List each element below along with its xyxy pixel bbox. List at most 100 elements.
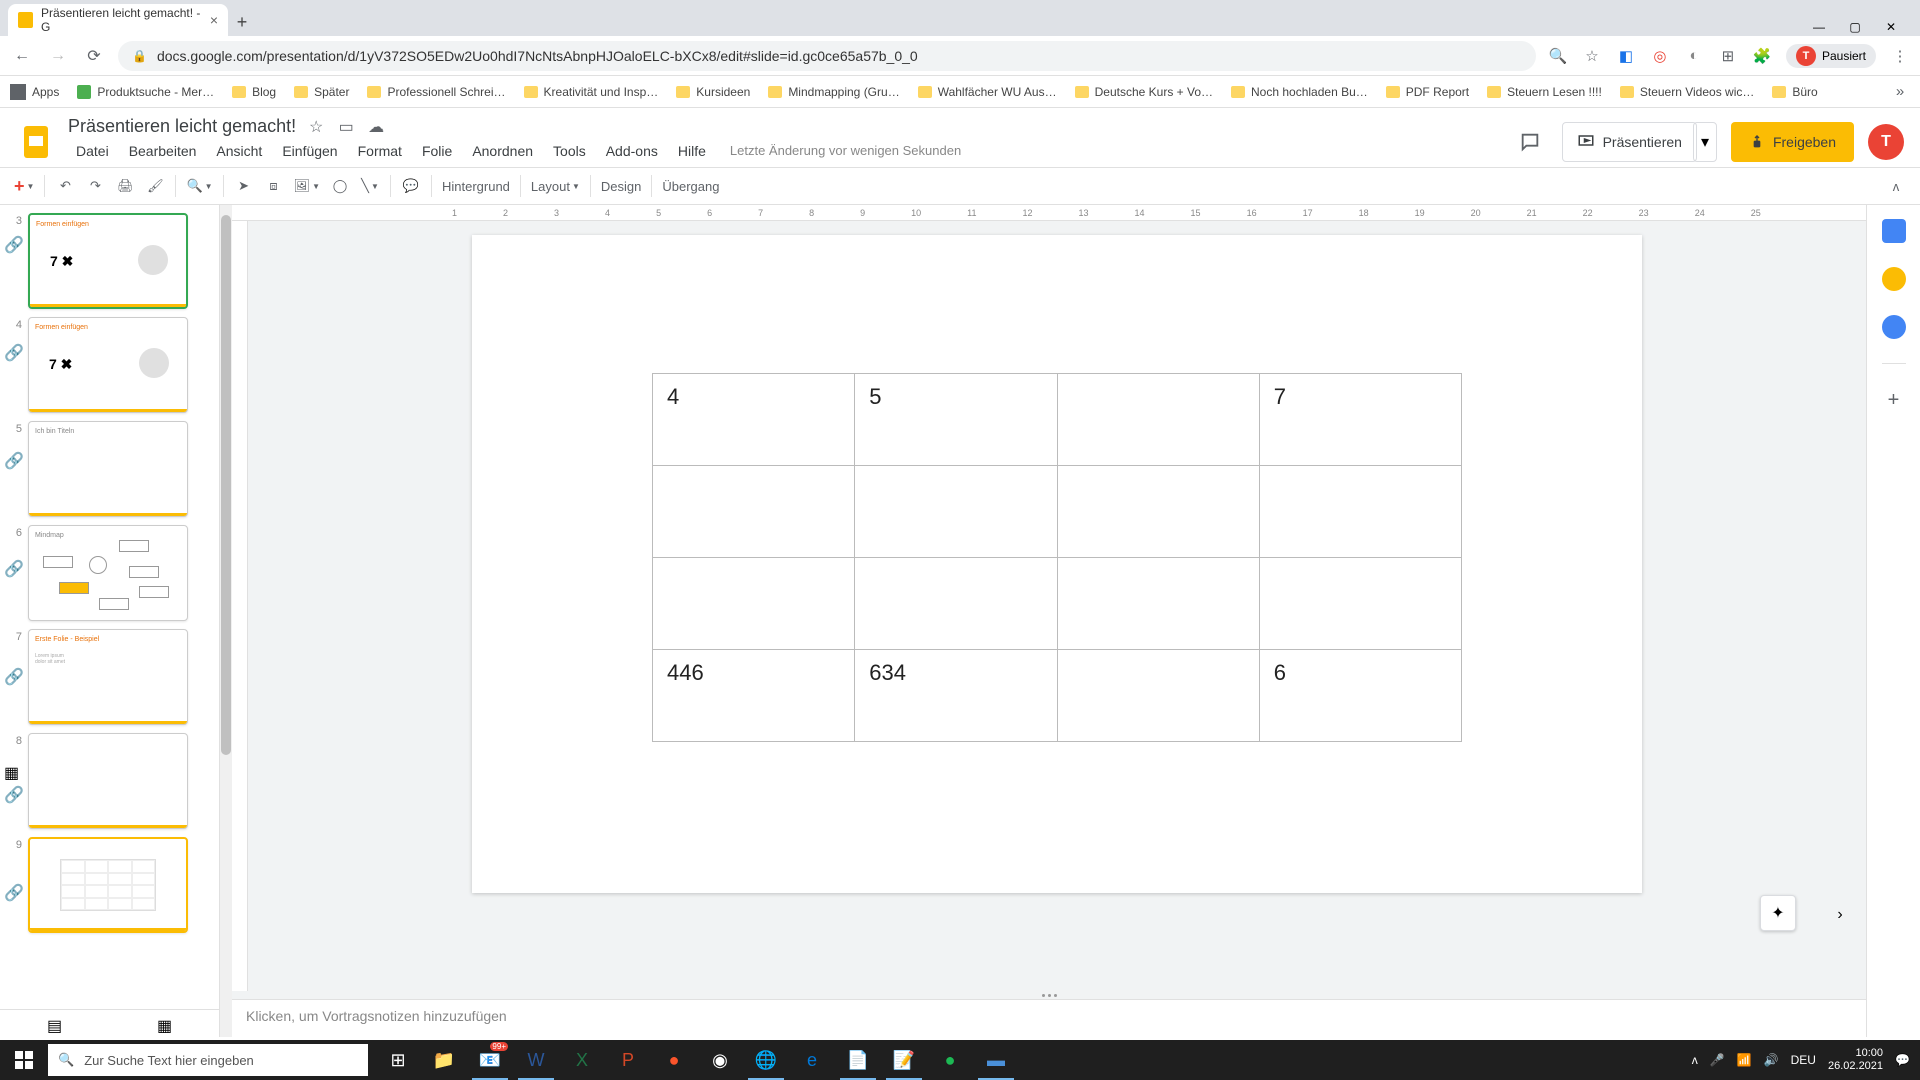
move-doc-icon[interactable]: ▭ <box>336 117 356 137</box>
bookmark-item[interactable]: Kreativität und Insp… <box>524 85 659 99</box>
bookmark-item[interactable]: Büro <box>1772 85 1817 99</box>
bookmark-item[interactable]: PDF Report <box>1386 85 1469 99</box>
start-button[interactable] <box>0 1040 48 1080</box>
image-tool[interactable]: 🖼▼ <box>290 172 324 200</box>
tray-notifications-icon[interactable]: 💬 <box>1895 1053 1910 1067</box>
new-slide-button[interactable]: +▼ <box>10 172 38 200</box>
next-slide-arrow[interactable]: › <box>1824 899 1856 931</box>
maximize-icon[interactable]: ▢ <box>1846 18 1864 36</box>
collapse-toolbar-icon[interactable]: ʌ <box>1882 172 1910 200</box>
zoom-icon[interactable]: 🔍 <box>1548 46 1568 66</box>
back-button[interactable]: ← <box>10 44 34 68</box>
table-cell[interactable] <box>855 558 1057 650</box>
table-cell[interactable] <box>855 466 1057 558</box>
slide-thumbnail[interactable] <box>28 733 188 829</box>
doc-title[interactable]: Präsentieren leicht gemacht! <box>68 116 296 137</box>
table-cell[interactable] <box>1057 558 1259 650</box>
table-cell[interactable] <box>1057 466 1259 558</box>
table-cell[interactable] <box>1057 374 1259 466</box>
keep-icon[interactable] <box>1882 267 1906 291</box>
share-button[interactable]: Freigeben <box>1731 122 1854 162</box>
star-icon[interactable]: ☆ <box>1582 46 1602 66</box>
slide-thumbnail[interactable]: Formen einfügen7 ✖ <box>28 213 188 309</box>
notepad-icon[interactable]: 📝 <box>882 1040 926 1080</box>
spotify-icon[interactable]: ● <box>928 1040 972 1080</box>
app-icon[interactable]: 📄 <box>836 1040 880 1080</box>
bookmark-item[interactable]: Deutsche Kurs + Vo… <box>1075 85 1213 99</box>
menu-insert[interactable]: Einfügen <box>274 139 345 163</box>
menu-arrange[interactable]: Anordnen <box>464 139 541 163</box>
slide-canvas[interactable]: 4 5 7 <box>472 235 1642 893</box>
bookmark-item[interactable]: Steuern Videos wic… <box>1620 85 1755 99</box>
close-tab-icon[interactable]: × <box>210 12 218 28</box>
tray-lang[interactable]: DEU <box>1791 1053 1816 1067</box>
vertical-ruler[interactable] <box>232 221 248 991</box>
apps-button[interactable]: Apps <box>10 84 59 100</box>
grid-view-icon[interactable]: ▦ <box>157 1016 173 1032</box>
bookmark-item[interactable]: Wahlfächer WU Aus… <box>918 85 1057 99</box>
new-tab-button[interactable]: + <box>228 8 256 36</box>
ext2-icon[interactable]: ◎ <box>1650 46 1670 66</box>
select-tool[interactable]: ➤ <box>230 172 258 200</box>
background-button[interactable]: Hintergrund <box>438 172 514 200</box>
forward-button[interactable]: → <box>46 44 70 68</box>
shape-tool[interactable]: ◯ <box>326 172 354 200</box>
transition-button[interactable]: Übergang <box>658 172 723 200</box>
present-dropdown[interactable]: ▾ <box>1693 122 1717 162</box>
mail-icon[interactable]: 📧99+ <box>468 1040 512 1080</box>
last-edit-text[interactable]: Letzte Änderung vor wenigen Sekunden <box>730 139 961 163</box>
chrome-icon[interactable]: 🌐 <box>744 1040 788 1080</box>
menu-file[interactable]: Datei <box>68 139 117 163</box>
menu-help[interactable]: Hilfe <box>670 139 714 163</box>
bookmark-item[interactable]: Professionell Schrei… <box>367 85 505 99</box>
speaker-notes[interactable]: Klicken, um Vortragsnotizen hinzuzufügen <box>232 999 1866 1037</box>
table-cell[interactable]: 7 <box>1259 374 1461 466</box>
ext1-icon[interactable]: ◧ <box>1616 46 1636 66</box>
menu-format[interactable]: Format <box>350 139 410 163</box>
line-tool[interactable]: ╲▼ <box>356 172 384 200</box>
bookmarks-overflow-icon[interactable]: » <box>1890 82 1910 102</box>
minimize-icon[interactable]: — <box>1810 18 1828 36</box>
slide-thumbnail[interactable]: Ich bin Titeln <box>28 421 188 517</box>
thumb-scrollbar[interactable] <box>220 205 232 1037</box>
table-cell[interactable] <box>1259 466 1461 558</box>
slide-table[interactable]: 4 5 7 <box>652 373 1462 742</box>
account-avatar[interactable]: T <box>1868 124 1904 160</box>
present-button[interactable]: Präsentieren <box>1562 122 1697 162</box>
tray-volume-icon[interactable]: 🔊 <box>1764 1053 1779 1067</box>
browser-tab[interactable]: Präsentieren leicht gemacht! - G × <box>8 4 228 36</box>
slide-thumbnail-active[interactable] <box>28 837 188 933</box>
brave-icon[interactable]: ● <box>652 1040 696 1080</box>
filmstrip-view-icon[interactable]: ▤ <box>47 1016 63 1032</box>
menu-view[interactable]: Ansicht <box>208 139 270 163</box>
reload-button[interactable]: ⟳ <box>82 44 106 68</box>
redo-button[interactable]: ↷ <box>81 172 109 200</box>
edge-icon[interactable]: e <box>790 1040 834 1080</box>
notes-splitter[interactable] <box>232 991 1866 999</box>
ext4-icon[interactable]: ⊞ <box>1718 46 1738 66</box>
bookmark-item[interactable]: Blog <box>232 85 276 99</box>
comments-button[interactable] <box>1512 124 1548 160</box>
design-button[interactable]: Design <box>597 172 645 200</box>
word-icon[interactable]: W <box>514 1040 558 1080</box>
undo-button[interactable]: ↶ <box>51 172 79 200</box>
bookmark-item[interactable]: Mindmapping (Gru… <box>768 85 899 99</box>
thumbnail-panel[interactable]: 3 Formen einfügen7 ✖ 🔗 4 Formen einfügen… <box>0 205 220 1037</box>
explore-button[interactable]: ✦ <box>1760 895 1796 931</box>
bookmark-item[interactable]: Später <box>294 85 349 99</box>
slides-logo[interactable] <box>16 122 56 162</box>
tray-overflow-icon[interactable]: ʌ <box>1692 1053 1698 1067</box>
table-cell[interactable]: 446 <box>653 650 855 742</box>
explorer-icon[interactable]: 📁 <box>422 1040 466 1080</box>
bookmark-item[interactable]: Produktsuche - Mer… <box>77 85 214 99</box>
close-window-icon[interactable]: ✕ <box>1882 18 1900 36</box>
powerpoint-icon[interactable]: P <box>606 1040 650 1080</box>
table-cell[interactable] <box>653 558 855 650</box>
comment-tool[interactable]: 💬 <box>397 172 425 200</box>
print-button[interactable]: 🖨 <box>111 172 139 200</box>
url-input[interactable]: 🔒 docs.google.com/presentation/d/1yV372S… <box>118 41 1536 71</box>
table-cell[interactable] <box>1259 558 1461 650</box>
bookmark-item[interactable]: Kursideen <box>676 85 750 99</box>
bookmark-item[interactable]: Noch hochladen Bu… <box>1231 85 1368 99</box>
slide-thumbnail[interactable]: Mindmap <box>28 525 188 621</box>
